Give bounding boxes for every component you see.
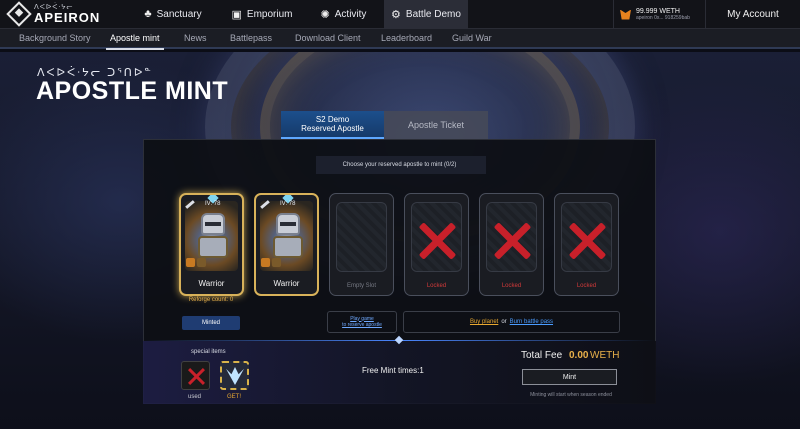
shop-icon: ▣ [231, 8, 242, 21]
battle-icon: ⚙ [391, 8, 401, 21]
locked-label: Locked [426, 283, 447, 289]
special-items-label: special items [191, 349, 226, 355]
top-navigation-bar: ᐱᐸᐅᐹᐧᔭᓕ APEIRON ♣ Sanctuary ▣ Emporium ✺… [0, 0, 800, 29]
element-icon [197, 258, 206, 267]
minted-badge: Minted [182, 316, 240, 330]
subnav-download-client[interactable]: Download Client [295, 28, 361, 48]
nav-battle-demo[interactable]: ⚙ Battle Demo [384, 0, 468, 29]
logo-name: APEIRON [34, 10, 101, 25]
class-icon [186, 258, 195, 267]
nav-activity[interactable]: ✺ Activity [306, 0, 381, 29]
get-label[interactable]: GET! [227, 394, 241, 400]
burn-battle-pass-link[interactable]: Burn battle pass [510, 319, 553, 325]
choose-apostle-text: Choose your reserved apostle to mint (0/… [342, 162, 457, 168]
my-account-button[interactable]: My Account [706, 0, 800, 29]
tab-apostle-ticket[interactable]: Apostle Ticket [384, 111, 488, 139]
card-iv: IV: 78 [205, 201, 221, 207]
subnav-battlepass[interactable]: Battlepass [230, 28, 272, 48]
locked-slot-card-3: Locked [554, 193, 619, 296]
total-fee-label: Total Fee [521, 350, 563, 361]
tab-active-line1: S2 Demo [315, 114, 350, 124]
wallet-address: apeiron 0x... 918259bab [636, 14, 690, 21]
total-fee-unit: WETH [590, 350, 620, 361]
element-icon [272, 258, 281, 267]
nav-emporium-label: Emporium [246, 8, 293, 20]
nav-battle-demo-label: Battle Demo [405, 8, 461, 20]
locked-label: Locked [576, 283, 597, 289]
locked-label: Locked [501, 283, 522, 289]
empty-slot-label: Empty Slot [346, 283, 376, 289]
card-iv: IV: 78 [280, 201, 296, 207]
reforge-count: Reforge count: 0 [188, 297, 234, 303]
nav-sanctuary-label: Sanctuary [156, 8, 202, 20]
play-line2: to reserve apostle [342, 322, 382, 328]
armor-graphic [273, 236, 303, 258]
main-nav: ♣ Sanctuary ▣ Emporium ✺ Activity ⚙ Batt… [128, 0, 468, 29]
sub-navigation-bar: Background Story Apostle mint News Battl… [0, 28, 800, 50]
locked-x-icon [418, 222, 456, 260]
tab-s2-demo-reserved-apostle[interactable]: S2 Demo Reserved Apostle [281, 111, 384, 139]
tab-active-line2: Reserved Apostle [301, 124, 364, 133]
used-label: used [188, 394, 202, 400]
apostle-card-1[interactable]: IV: 78 Warrior [179, 193, 244, 296]
free-mint-times: Free Mint times:1 [362, 366, 424, 375]
card-class: Warrior [273, 279, 300, 288]
visor-graphic [205, 222, 221, 226]
armor-graphic [198, 236, 228, 258]
visor-graphic [280, 222, 296, 226]
wallet-info[interactable]: 99.999 WETH apeiron 0x... 918259bab [613, 0, 706, 29]
class-icon [261, 258, 270, 267]
subnav-apostle-mint[interactable]: Apostle mint [106, 28, 164, 50]
sanctuary-icon: ♣ [144, 8, 152, 20]
subnav-background-story[interactable]: Background Story [19, 28, 91, 48]
metamask-fox-icon [620, 9, 631, 20]
subnav-leaderboard[interactable]: Leaderboard [381, 28, 432, 48]
unlock-slot-box: Buy planet or Burn battle pass [403, 311, 620, 333]
empty-slot-pattern [336, 202, 387, 272]
subnav-guild-war[interactable]: Guild War [452, 28, 492, 48]
locked-slot-card-2: Locked [479, 193, 544, 296]
minting-note: Minting will start when season ended [530, 392, 612, 398]
apostle-card-2[interactable]: IV: 78 Warrior [254, 193, 319, 296]
page-title: APOSTLE MINT [36, 77, 229, 105]
special-item-used [181, 361, 210, 390]
used-x-icon [188, 368, 205, 385]
locked-x-icon [493, 222, 531, 260]
locked-x-icon [568, 222, 606, 260]
wings-icon [226, 367, 244, 385]
locked-slot-card-1: Locked [404, 193, 469, 296]
total-fee-amount: 0.00 [569, 350, 589, 361]
nav-emporium[interactable]: ▣ Emporium [218, 0, 306, 29]
play-game-link[interactable]: Play game to reserve apostle [327, 311, 397, 333]
activity-icon: ✺ [320, 8, 330, 21]
apeiron-logo[interactable]: ᐱᐸᐅᐹᐧᔭᓕ APEIRON [0, 0, 128, 29]
nav-activity-label: Activity [334, 8, 367, 20]
mint-button[interactable]: Mint [522, 369, 617, 385]
logo-icon [6, 1, 32, 27]
nav-sanctuary[interactable]: ♣ Sanctuary [128, 0, 218, 29]
or-text: or [501, 319, 507, 325]
special-item-get[interactable] [220, 361, 249, 390]
card-class: Warrior [198, 279, 225, 288]
empty-slot-card[interactable]: Empty Slot [329, 193, 394, 296]
buy-planet-link[interactable]: Buy planet [470, 319, 498, 325]
subnav-news[interactable]: News [184, 28, 207, 48]
